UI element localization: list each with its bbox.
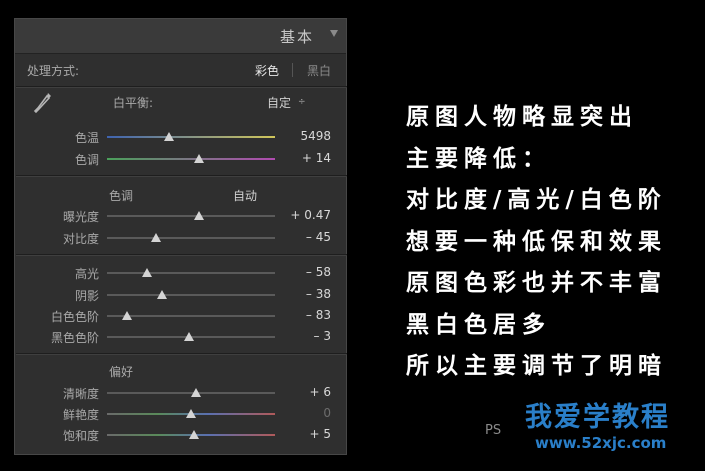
treatment-label: 处理方式:: [27, 64, 80, 78]
clarity-slider-thumb[interactable]: [191, 388, 202, 397]
annotation-line: 原图色彩也并不丰富: [406, 269, 667, 296]
temp-label: 色温: [74, 131, 99, 145]
treatment-divider: [292, 63, 293, 77]
annotation-line: 想要一种低保和效果: [406, 227, 667, 255]
tone-section-label: 色调: [109, 189, 134, 203]
shadows-slider-thumb[interactable]: [157, 290, 168, 299]
annotation-line: 主要降低：: [406, 144, 551, 172]
saturation-label: 饱和度: [62, 429, 99, 443]
blacks-value[interactable]: – 3: [271, 329, 331, 343]
separator: [16, 254, 347, 256]
tint-value[interactable]: + 14: [271, 151, 331, 165]
shadows-value[interactable]: – 38: [271, 287, 331, 301]
exposure-slider-thumb[interactable]: [194, 211, 205, 220]
separator: [16, 86, 347, 88]
vibrance-label: 鲜艳度: [62, 408, 99, 422]
tint-label: 色调: [74, 153, 99, 167]
highlights-value[interactable]: – 58: [271, 265, 331, 279]
saturation-value[interactable]: + 5: [271, 427, 331, 441]
annotation-text: 原图人物略显突出 主要降低： 对比度/高光/白色阶 想要一种低保和效果 原图色彩…: [406, 96, 667, 387]
exposure-track[interactable]: [107, 215, 275, 217]
contrast-slider-thumb[interactable]: [150, 233, 161, 242]
temp-track[interactable]: [107, 136, 275, 138]
whites-value[interactable]: – 83: [271, 308, 331, 322]
auto-tone-button[interactable]: 自动: [233, 187, 257, 204]
white-balance-dropdown-icon[interactable]: ÷: [298, 97, 306, 107]
contrast-value[interactable]: – 45: [271, 230, 331, 244]
contrast-track[interactable]: [107, 237, 275, 239]
temp-slider-thumb[interactable]: [164, 132, 175, 141]
temp-value[interactable]: 5498: [271, 129, 331, 143]
saturation-slider-thumb[interactable]: [189, 430, 200, 439]
tint-track[interactable]: [107, 158, 275, 160]
annotation-line: 所以主要调节了明暗: [406, 352, 667, 379]
presence-section-label: 偏好: [109, 365, 134, 379]
whites-track[interactable]: [107, 315, 275, 317]
tint-slider-thumb[interactable]: [194, 154, 205, 163]
panel-title: 基本: [279, 28, 314, 46]
watermark-url: www.52xjc.com: [535, 434, 667, 452]
white-balance-label: 白平衡:: [113, 96, 154, 110]
vibrance-value[interactable]: 0: [271, 406, 331, 420]
panel-header[interactable]: 基本: [15, 19, 346, 54]
vibrance-slider-thumb[interactable]: [186, 409, 196, 418]
shadows-track[interactable]: [107, 294, 275, 296]
clarity-label: 清晰度: [62, 387, 99, 401]
highlights-track[interactable]: [107, 272, 275, 274]
highlights-label: 高光: [74, 267, 99, 281]
treatment-color-option[interactable]: 彩色: [255, 62, 279, 79]
separator: [16, 175, 347, 177]
basic-panel: 基本 处理方式: 彩色 黑白 白平衡: 自定 ÷ 色温 5498 色调 + 14…: [14, 18, 347, 455]
annotation-line: 原图人物略显突出: [406, 103, 638, 130]
watermark-ps: PS: [485, 423, 502, 438]
clarity-value[interactable]: + 6: [271, 385, 331, 399]
exposure-value[interactable]: + 0.47: [271, 208, 331, 222]
collapse-triangle-icon[interactable]: [330, 30, 338, 37]
annotation-line: 对比度/高光/白色阶: [406, 186, 667, 213]
blacks-slider-thumb[interactable]: [184, 332, 195, 341]
blacks-label: 黑色色阶: [50, 331, 99, 345]
whites-slider-thumb[interactable]: [122, 311, 133, 320]
treatment-bw-option[interactable]: 黑白: [307, 62, 331, 79]
white-balance-value[interactable]: 自定: [267, 94, 291, 111]
watermark: PS 我爱学教程 www.52xjc.com: [485, 385, 703, 469]
watermark-title: 我爱学教程: [525, 402, 670, 433]
annotation-line: 黑白色居多: [406, 310, 551, 338]
whites-label: 白色色阶: [50, 310, 99, 324]
shadows-label: 阴影: [74, 289, 99, 303]
separator: [16, 353, 347, 355]
contrast-label: 对比度: [62, 232, 99, 246]
exposure-label: 曝光度: [62, 210, 99, 224]
eyedropper-icon[interactable]: [33, 91, 53, 115]
highlights-slider-thumb[interactable]: [142, 268, 153, 277]
